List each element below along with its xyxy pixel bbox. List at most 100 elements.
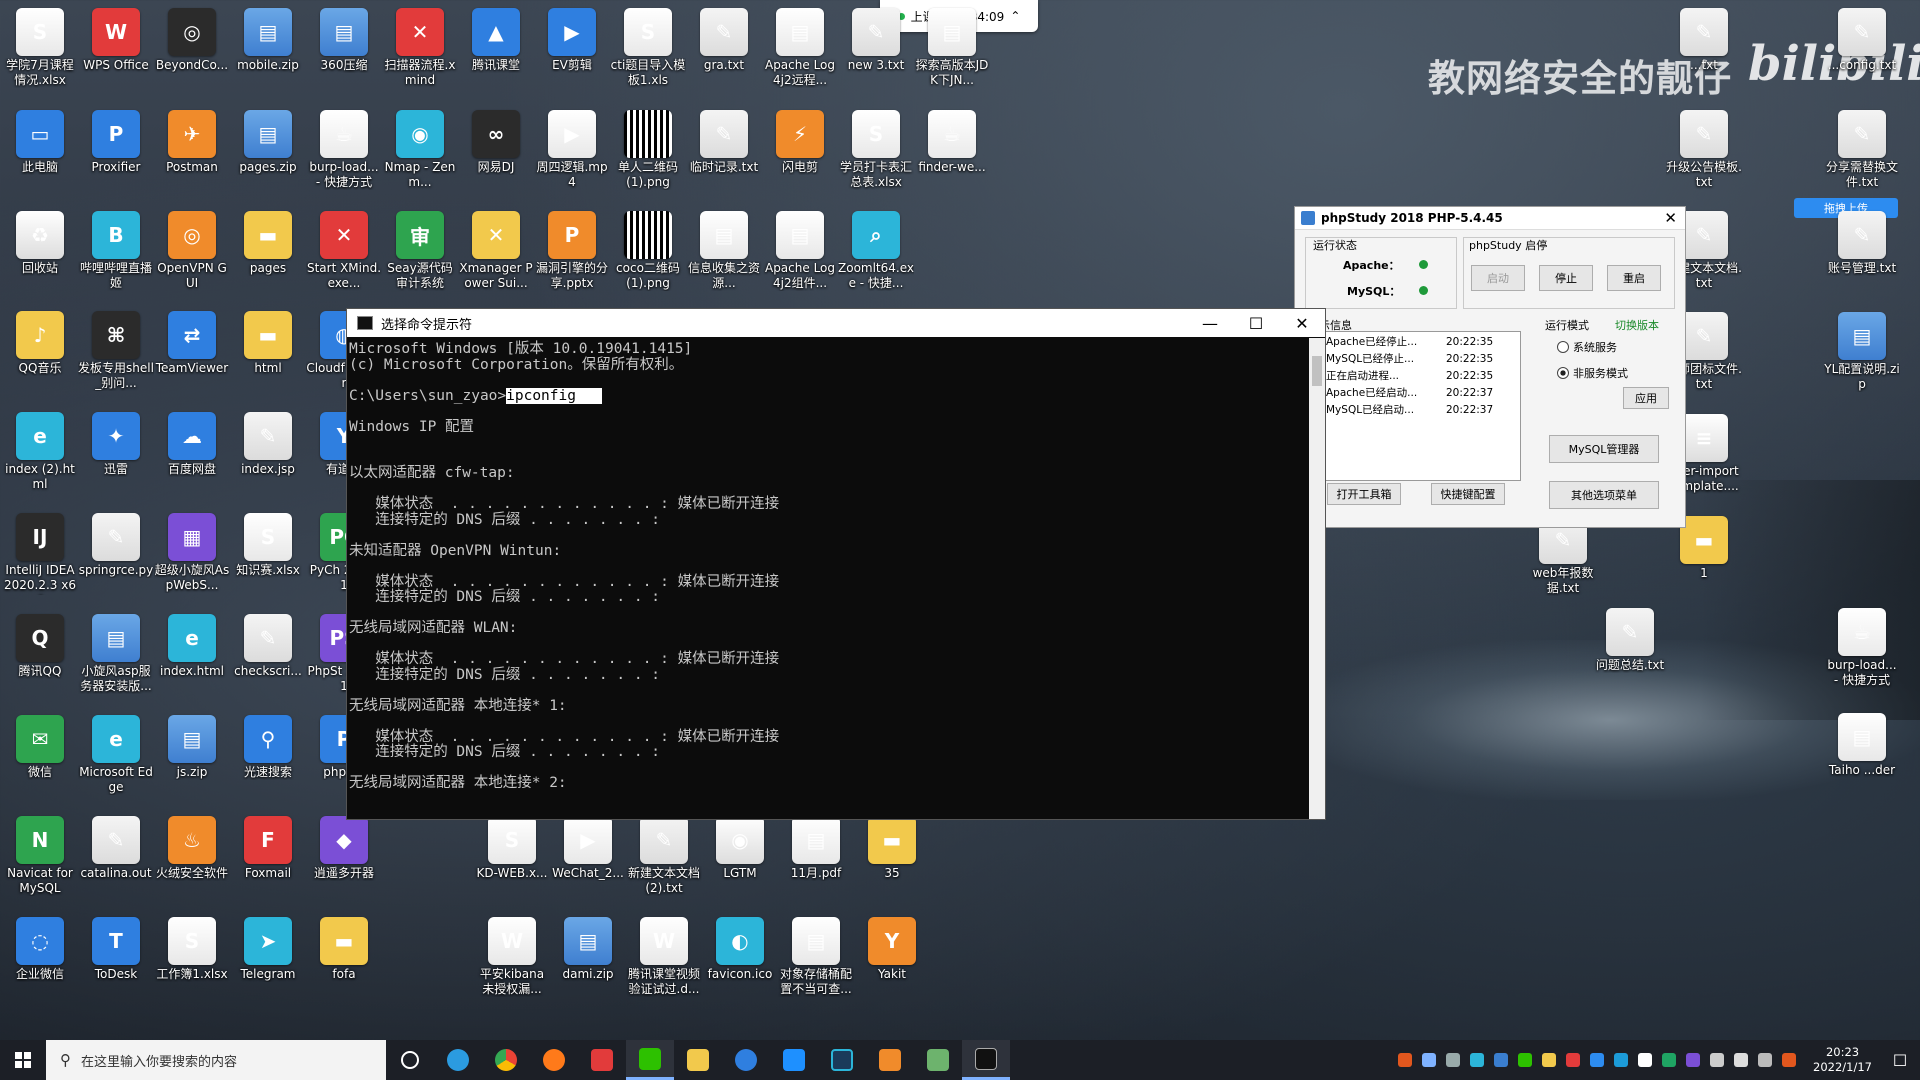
cmd-console-output[interactable]: Microsoft Windows [版本 10.0.19041.1415] (c…: [347, 338, 1309, 819]
tray-app-icon[interactable]: [1542, 1053, 1557, 1067]
desktop-icon[interactable]: ✎ 临时记录.txt: [686, 106, 762, 202]
taskbar-app-wecom[interactable]: [722, 1040, 770, 1080]
desktop-icon[interactable]: Scti题目导入模板1.xls: [610, 4, 686, 100]
stop-button[interactable]: 停止: [1539, 265, 1593, 291]
maximize-icon[interactable]: ☐: [1233, 314, 1279, 333]
desktop-icon[interactable]: ✎ ...txt: [1666, 4, 1742, 100]
taskbar-app-class[interactable]: [770, 1040, 818, 1080]
taskbar-app-notepad[interactable]: [914, 1040, 962, 1080]
desktop-icon[interactable]: B 哔哩哔哩直播姬: [78, 207, 154, 303]
desktop-icon[interactable]: ✉ 微信: [2, 711, 78, 807]
desktop-icon[interactable]: W 平安kibana未授权漏...: [474, 913, 550, 1009]
desktop-icon[interactable]: 审 Seay源代码审计系统: [382, 207, 458, 303]
desktop-icon[interactable]: ▶ 周四逻辑.mp4: [534, 106, 610, 202]
tray-app-icon[interactable]: [1398, 1053, 1413, 1067]
desktop-icon[interactable]: F Foxmail: [230, 812, 306, 908]
desktop-icon[interactable]: ▦ 超级小旋风AspWebS...: [154, 509, 230, 605]
taskbar-clock[interactable]: 20:23 2022/1/17: [1813, 1045, 1872, 1075]
radio-non-service[interactable]: 非服务模式: [1557, 365, 1628, 381]
desktop-icon[interactable]: ✦ 迅雷: [78, 408, 154, 504]
restart-button[interactable]: 重启: [1607, 265, 1661, 291]
tray-app-icon[interactable]: [1494, 1053, 1509, 1067]
desktop-icon[interactable]: coco二维码(1).png: [610, 207, 686, 303]
tray-app-icon[interactable]: [1686, 1053, 1701, 1067]
desktop-icon[interactable]: ♪ QQ音乐: [2, 307, 78, 403]
start-button[interactable]: 启动: [1471, 265, 1525, 291]
mysql-manager-button[interactable]: MySQL管理器: [1549, 435, 1659, 463]
desktop-icon[interactable]: ✎ 账号管理.txt: [1824, 207, 1900, 303]
minimize-icon[interactable]: —: [1187, 314, 1233, 333]
chevron-up-icon[interactable]: ⌃: [1010, 9, 1020, 23]
desktop-icon[interactable]: ▶ WeChat_2...: [550, 812, 626, 908]
desktop-icon[interactable]: ◆ 逍遥多开器: [306, 812, 382, 908]
desktop-icon[interactable]: ✎ springrce.py: [78, 509, 154, 605]
desktop-icon[interactable]: ⌕ Zoomlt64.exe - 快捷...: [838, 207, 914, 303]
desktop-icon[interactable]: ▲ 腾讯课堂: [458, 4, 534, 100]
desktop-icon[interactable]: ◌ 企业微信: [2, 913, 78, 1009]
taskbar-app-edge[interactable]: [434, 1040, 482, 1080]
desktop-icon[interactable]: ✈ Postman: [154, 106, 230, 202]
task-view-button[interactable]: [386, 1040, 434, 1080]
phpstudy-titlebar[interactable]: phpStudy 2018 PHP-5.4.45 ✕: [1295, 207, 1685, 230]
selected-command[interactable]: ipconfig: [506, 387, 576, 404]
desktop-icon[interactable]: ♻ 回收站: [2, 207, 78, 303]
radio-system-service[interactable]: 系统服务: [1557, 339, 1617, 355]
desktop-icon[interactable]: W 腾讯课堂视频验证试过.d...: [626, 913, 702, 1009]
desktop-icon[interactable]: ▤ 小旋风asp服务器安装版...: [78, 610, 154, 706]
scrollbar-thumb[interactable]: [1312, 356, 1322, 386]
tray-app-icon[interactable]: [1638, 1053, 1653, 1067]
desktop-icon[interactable]: ▤ pages.zip: [230, 106, 306, 202]
desktop-icon[interactable]: ✎ 问题总结.txt: [1592, 604, 1668, 700]
tray-app-icon[interactable]: [1446, 1053, 1461, 1067]
switch-version-link[interactable]: 切换版本: [1615, 317, 1659, 333]
tray-app-icon[interactable]: [1518, 1053, 1533, 1067]
keyboard-icon[interactable]: [1758, 1053, 1773, 1067]
tray-app-icon[interactable]: [1662, 1053, 1677, 1067]
desktop-icon[interactable]: 单人二维码(1).png: [610, 106, 686, 202]
desktop-icon[interactable]: ✕ 扫描器流程.xmind: [382, 4, 458, 100]
desktop-icon[interactable]: ▤ Taiho ...der: [1824, 709, 1900, 805]
taskbar-app-chrome[interactable]: [482, 1040, 530, 1080]
apply-button[interactable]: 应用: [1623, 387, 1669, 409]
taskbar-search-box[interactable]: ⚲ 在这里输入你要搜索的内容: [46, 1040, 386, 1080]
desktop-icon[interactable]: ✎ 升级公告模板.txt: [1666, 106, 1742, 202]
desktop-icon[interactable]: IJIntelliJ IDEA 2020.2.3 x64: [2, 509, 78, 605]
desktop-icon[interactable]: ✎ 分享需替换文件.txt: [1824, 106, 1900, 202]
desktop-icon[interactable]: ∞ 网易DJ: [458, 106, 534, 202]
desktop-icon[interactable]: ▤ js.zip: [154, 711, 230, 807]
desktop-icon[interactable]: ▬ fofa: [306, 913, 382, 1009]
tray-app-icon[interactable]: [1590, 1053, 1605, 1067]
desktop-icon[interactable]: ✎ checkscri...: [230, 610, 306, 706]
desktop-icon[interactable]: ☕ burp-load... - 快捷方式: [306, 106, 382, 202]
close-icon[interactable]: ✕: [1664, 209, 1677, 227]
desktop-icon[interactable]: e Microsoft Edge: [78, 711, 154, 807]
desktop-icon[interactable]: S 学员打卡表汇总表.xlsx: [838, 106, 914, 202]
desktop-icon[interactable]: ⇄ TeamViewer: [154, 307, 230, 403]
desktop-icon[interactable]: ✎ ...config.txt: [1824, 4, 1900, 100]
desktop-icon[interactable]: ➤ Telegram: [230, 913, 306, 1009]
desktop-icon[interactable]: ⚲ 光速搜索: [230, 711, 306, 807]
tray-app-icon[interactable]: [1782, 1053, 1797, 1067]
desktop-icon[interactable]: ✎ gra.txt: [686, 4, 762, 100]
taskbar-app-wps[interactable]: [578, 1040, 626, 1080]
desktop-icon[interactable]: e index.html: [154, 610, 230, 706]
desktop-icon[interactable]: S KD-WEB.x...: [474, 812, 550, 908]
desktop-icon[interactable]: Q 腾讯QQ: [2, 610, 78, 706]
desktop-icon[interactable]: ⌘ 发板专用shell_别问...: [78, 307, 154, 403]
desktop-icon[interactable]: S 工作簿1.xlsx: [154, 913, 230, 1009]
desktop-icon[interactable]: ▤ mobile.zip: [230, 4, 306, 100]
desktop-icon[interactable]: ✕ Xmanager Power Sui...: [458, 207, 534, 303]
desktop-icon[interactable]: W WPS Office: [78, 4, 154, 100]
desktop-icon[interactable]: ☕ burp-load... - 快捷方式: [1824, 604, 1900, 700]
desktop-icon[interactable]: ♨ 火绒安全软件: [154, 812, 230, 908]
other-options-button[interactable]: 其他选项菜单: [1549, 481, 1659, 509]
taskbar-app-firefox[interactable]: [530, 1040, 578, 1080]
desktop-icon[interactable]: ⚡ 闪电剪: [762, 106, 838, 202]
desktop-icon[interactable]: ▤ dami.zip: [550, 913, 626, 1009]
desktop-icon[interactable]: ▤ 信息收集之资源...: [686, 207, 762, 303]
cmd-titlebar[interactable]: 选择命令提示符 — ☐ ✕: [347, 309, 1325, 337]
taskbar-app-burp[interactable]: [866, 1040, 914, 1080]
desktop-icon[interactable]: ◉ Nmap - Zenm...: [382, 106, 458, 202]
tray-app-icon[interactable]: [1470, 1053, 1485, 1067]
shortcut-config-button[interactable]: 快捷键配置: [1431, 483, 1505, 505]
